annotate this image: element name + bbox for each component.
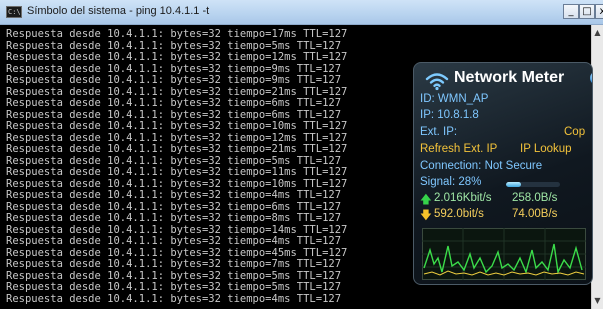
close-button[interactable]: x xyxy=(595,4,603,19)
wifi-icon xyxy=(425,73,449,91)
download-bytes: 74.00B/s xyxy=(512,208,558,220)
globe-icon xyxy=(590,71,592,85)
signal-strength-fill xyxy=(506,182,522,187)
ext-ip-label: Ext. IP: xyxy=(420,126,458,138)
upload-bytes: 258.0B/s xyxy=(512,192,558,204)
network-ip: IP: 10.8.1.8 xyxy=(420,109,479,121)
network-meter-gadget[interactable]: Network Meter ID: WMN_AP IP: 10.8.1.8 Ex… xyxy=(413,62,593,285)
network-id: ID: WMN_AP xyxy=(420,93,489,105)
refresh-ext-ip-link[interactable]: Refresh Ext. IP xyxy=(420,143,497,155)
maximize-button[interactable]: □ xyxy=(579,4,595,19)
window-title: Símbolo del sistema - ping 10.4.1.1 -t xyxy=(27,5,210,17)
ip-lookup-link[interactable]: IP Lookup xyxy=(520,143,572,155)
scroll-up-arrow-icon[interactable]: ▲ xyxy=(592,27,603,39)
signal-label: Signal: 28% xyxy=(420,176,482,188)
minimize-button[interactable]: _ xyxy=(563,4,579,19)
connection-status: Connection: Not Secure xyxy=(420,160,543,172)
gadget-title: Network Meter xyxy=(454,69,565,86)
ext-ip-copy-link[interactable]: Cop xyxy=(564,126,585,138)
title-bar: C:\ Símbolo del sistema - ping 10.4.1.1 … xyxy=(0,0,603,25)
console-line: Respuesta desde 10.4.1.1: bytes=32 tiemp… xyxy=(6,292,342,305)
scroll-down-arrow-icon[interactable]: ▼ xyxy=(592,295,603,307)
download-arrow-icon: 🡇 xyxy=(420,210,432,222)
download-rate: 592.0bit/s xyxy=(434,208,484,220)
upload-rate: 2.016Kbit/s xyxy=(434,192,492,204)
signal-strength-bar xyxy=(506,182,560,187)
traffic-graph xyxy=(422,228,586,280)
console-line: Respuesta desde 10.4.1.1: bytes=32 tiemp… xyxy=(6,28,348,40)
command-prompt-icon: C:\ xyxy=(6,6,22,18)
